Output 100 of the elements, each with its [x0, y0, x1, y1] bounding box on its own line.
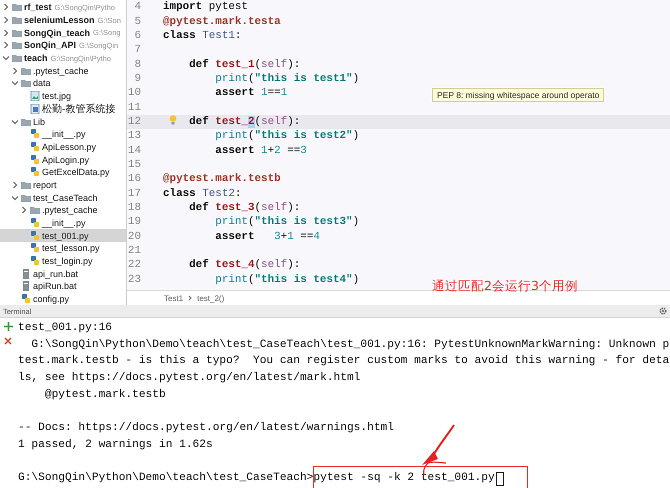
add-icon	[4, 322, 12, 331]
folder-icon	[30, 205, 40, 216]
line-number: 22	[127, 259, 141, 272]
tree-item-label: __init__.py	[42, 129, 86, 140]
python-file-icon	[30, 167, 40, 178]
line-number: 14	[127, 144, 141, 157]
tree-item-label: data	[33, 78, 51, 88]
code-line: print("this is test1")	[214, 72, 360, 85]
tree-item-label: test_001.py	[42, 230, 89, 241]
tree-item[interactable]: Lib	[0, 115, 126, 128]
text-cursor	[496, 472, 504, 486]
tree-item[interactable]: test_001.py	[0, 229, 126, 242]
tree-item-label: SonQin_API	[24, 40, 76, 50]
code-line: print("this is test4")	[214, 274, 360, 286]
tree-item-label: SongQin_teach	[24, 28, 90, 38]
folder-icon	[21, 78, 31, 88]
tree-item[interactable]: __init__.py	[0, 128, 126, 141]
line-number: 21	[127, 245, 141, 258]
tree-item-label: Lib	[33, 116, 46, 127]
tree-item-label: apiRun.bat	[33, 281, 77, 292]
line-number: 19	[127, 216, 141, 228]
tree-item-label: __init__.py	[42, 218, 86, 228]
tree-item-label: teach	[24, 53, 48, 64]
code-line: @pytest.mark.testa	[163, 16, 281, 28]
tree-item[interactable]: test_login.py	[0, 254, 126, 268]
tree-item[interactable]: test.jpg	[0, 90, 126, 102]
tree-item[interactable]: report	[0, 178, 126, 192]
tree-item-label: config.py	[33, 294, 70, 304]
folder-icon	[12, 15, 22, 26]
code-line: def test_1(self):	[188, 58, 300, 71]
tree-item[interactable]: ApiLogin.py	[0, 153, 126, 166]
line-number: 11	[127, 102, 141, 114]
tree-item-label: seleniumLesson	[24, 15, 95, 26]
tree-item-label: .pytest_cache	[33, 66, 89, 76]
line-number: 15	[127, 158, 141, 171]
tree-item-label: api_run.bat	[33, 268, 78, 279]
folder-icon	[12, 2, 22, 12]
tooltip: PEP 8: missing whitespace around operato	[432, 88, 604, 102]
tree-item[interactable]: data	[0, 77, 126, 90]
code-line: class Test1:	[163, 30, 242, 42]
tree-item[interactable]: 松勤-教管系统接	[0, 102, 126, 116]
terminal-prompt: G:\SongQin\Python\Demo\teach\test_CaseTeach>	[18, 470, 314, 486]
tree-item-label: test_CaseTeach	[33, 192, 98, 203]
tree-item-label: GetExcelData.py	[42, 167, 110, 178]
tree-item[interactable]: apiRun.bat	[0, 280, 126, 293]
line-number: 7	[133, 44, 141, 56]
annotation-text: 通过匹配2会运行3个用例	[432, 278, 578, 295]
tree-item-label: 松勤-教管系统接	[42, 102, 116, 116]
tree-item-label: test_lesson.py	[42, 243, 100, 254]
terminal-line: test.mark.testb - is this a typo? You can register custom marks to avoid this warning - for deta	[18, 354, 670, 370]
breadcrumb-item[interactable]: Test1	[164, 294, 184, 302]
python-file-icon	[30, 256, 40, 266]
line-number: 23	[127, 274, 141, 286]
tree-item-label: ApiLesson.py	[42, 142, 96, 152]
tree-item[interactable]: ApiLesson.py	[0, 140, 126, 154]
folder-icon	[21, 192, 31, 203]
code-line: import pytest	[163, 1, 248, 14]
tree-item[interactable]: test_lesson.py	[0, 242, 126, 255]
line-number: 16	[127, 173, 141, 186]
tree-item[interactable]: config.py	[0, 292, 126, 306]
line-number: 5	[133, 16, 141, 28]
tree-item[interactable]: api_run.bat	[0, 267, 126, 280]
line-number: 12	[127, 116, 141, 128]
folder-icon	[21, 180, 31, 190]
line-number: 8	[133, 58, 141, 71]
terminal-line: @pytest.mark.testb	[44, 388, 167, 403]
breadcrumb-item[interactable]: test_2()	[197, 294, 224, 302]
chevron-icon	[11, 118, 19, 126]
tree-item[interactable]: __init__.py	[0, 216, 126, 230]
lightbulb-icon	[169, 115, 177, 125]
tree-item[interactable]: GetExcelData.py	[0, 166, 126, 179]
code-line: @pytest.mark.testb	[163, 173, 281, 186]
line-number: 17	[127, 188, 141, 200]
tree-item-label: .pytest_cache	[42, 205, 98, 216]
tree-item[interactable]: .pytest_cache	[0, 204, 126, 217]
line-number: 10	[127, 87, 141, 100]
folder-icon	[21, 66, 31, 76]
code-line: def test_2(self):	[188, 116, 300, 128]
tree-item-label: test_login.py	[42, 256, 93, 266]
line-number: 4	[133, 1, 141, 14]
code-line: def test_3(self):	[188, 202, 300, 214]
terminal-line: 1 passed, 2 warnings in 1.62s	[18, 438, 214, 453]
python-file-icon	[30, 142, 40, 152]
terminal-command[interactable]: pytest -sq -k 2 test_001.py	[313, 470, 495, 487]
line-number: 6	[133, 30, 141, 42]
line-number: 9	[133, 72, 141, 85]
terminal-line: test_001.py:16	[18, 321, 113, 336]
terminal-line: ls, see https://docs.pytest.org/en/latest/mark.html	[18, 370, 362, 386]
settings-icon	[659, 307, 667, 315]
python-file-icon	[30, 243, 40, 254]
tree-item[interactable]: test_CaseTeach	[0, 191, 126, 204]
folder-icon	[12, 40, 22, 50]
chevron-icon	[188, 295, 192, 301]
code-line: def test_4(self):	[188, 259, 300, 272]
python-file-icon	[21, 294, 31, 304]
code-line: class Test2:	[163, 188, 242, 200]
tree-item-label: ApiLogin.py	[42, 154, 90, 165]
close-icon	[4, 337, 12, 345]
script-file-icon	[21, 281, 31, 292]
tree-item[interactable]: .pytest_cache	[0, 64, 126, 78]
